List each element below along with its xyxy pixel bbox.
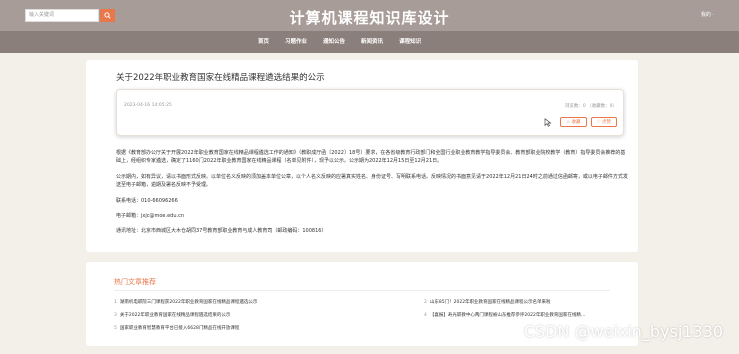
top-header: 输入关键词 计算机课程知识库设计 我的 · — [0, 0, 739, 31]
hot-article-link[interactable]: 1 湖南机电职院三门课程获2022年职业教育国家在线精品课程遴选公示 — [114, 299, 257, 305]
nav-item-notices[interactable]: 通知公告 — [323, 31, 345, 53]
nav-item-exercises[interactable]: 习题作业 — [285, 31, 307, 53]
site-title: 计算机课程知识库设计 — [289, 9, 450, 27]
hot-article-text: 【喜报】寿光职教中心两门课程被山东推荐参评2022年职业教育国家在线精… — [429, 313, 586, 318]
article-paragraph: 公示期内，如有异议，请以书面形式反映。以单位名义反映的须加盖本单位公章，以个人名… — [116, 174, 628, 188]
hot-article-link[interactable]: 2 山东85门！2022年职业教育国家在线精品课程公示名单来啦 — [424, 299, 551, 305]
nav-item-knowledge[interactable]: 课程知识 — [399, 31, 421, 53]
favorite-button[interactable]: ☆ 收藏 — [560, 117, 587, 127]
contact-phone: 联系电话：010-66096266 — [116, 198, 178, 204]
hot-article-text: 国家职业教育智慧教育平台已接入6628门精品在线开放课程 — [119, 326, 240, 331]
hot-article-link[interactable]: 3 关于2022年职业教育国家在线精品课程遴选结果的公示 — [114, 312, 230, 318]
csdn-watermark: CSDN @weixin_bysj1330 — [523, 322, 723, 341]
nav-item-home[interactable]: 首页 — [258, 31, 269, 53]
divider — [114, 290, 610, 291]
article-paragraph: 根据《教育部办公厅关于开展2022年职业教育国家在线精品课程遴选工作的通知》（教… — [116, 150, 626, 164]
hot-article-text: 山东85门！2022年职业教育国家在线精品课程公示名单来啦 — [429, 300, 551, 305]
article-stats: 浏览数：0 （收藏数：0） — [564, 104, 617, 109]
article-panel: 关于2022年职业教育国家在线精品课程遴选结果的公示 2023-04-16 14… — [86, 60, 638, 252]
like-label: 点赞 — [602, 120, 611, 125]
nav-item-news[interactable]: 新闻资讯 — [361, 31, 383, 53]
contact-email: 电子邮箱：jxjc@moe.edu.cn — [116, 213, 185, 219]
article-meta-card: 2023-04-16 14:05:25 浏览数：0 （收藏数：0） ☆ 收藏 ♡… — [116, 89, 624, 136]
hot-article-link[interactable]: 4 【喜报】寿光职教中心两门课程被山东推荐参评2022年职业教育国家在线精… — [424, 312, 585, 318]
like-button[interactable]: ♡ 点赞 — [590, 117, 617, 127]
cursor-icon — [544, 117, 552, 127]
main-nav: 首页 习题作业 通知公告 新闻资讯 课程知识 — [0, 31, 739, 53]
hot-article-number: 5 — [114, 326, 117, 331]
hot-article-number: 1 — [114, 300, 117, 305]
hot-article-link[interactable]: 5 国家职业教育智慧教育平台已接入6628门精品在线开放课程 — [114, 325, 239, 331]
hot-article-number: 4 — [424, 313, 427, 318]
contact-address: 通讯地址：北京市西城区大木仓胡同37号教育部职业教育与成人教育司（邮政编码：10… — [116, 228, 327, 234]
user-menu[interactable]: 我的 · — [701, 11, 714, 18]
article-actions: ☆ 收藏 ♡ 点赞 — [544, 117, 617, 127]
favorite-label: 收藏 — [571, 120, 581, 125]
hot-articles-title: 热门文章推荐 — [114, 278, 156, 286]
article-date: 2023-04-16 14:05:25 — [124, 103, 172, 108]
article-title: 关于2022年职业教育国家在线精品课程遴选结果的公示 — [116, 73, 325, 83]
hot-article-number: 2 — [424, 300, 427, 305]
hot-article-text: 湖南机电职院三门课程获2022年职业教育国家在线精品课程遴选公示 — [119, 300, 258, 305]
hot-article-text: 关于2022年职业教育国家在线精品课程遴选结果的公示 — [119, 313, 231, 318]
hot-article-number: 3 — [114, 313, 117, 318]
